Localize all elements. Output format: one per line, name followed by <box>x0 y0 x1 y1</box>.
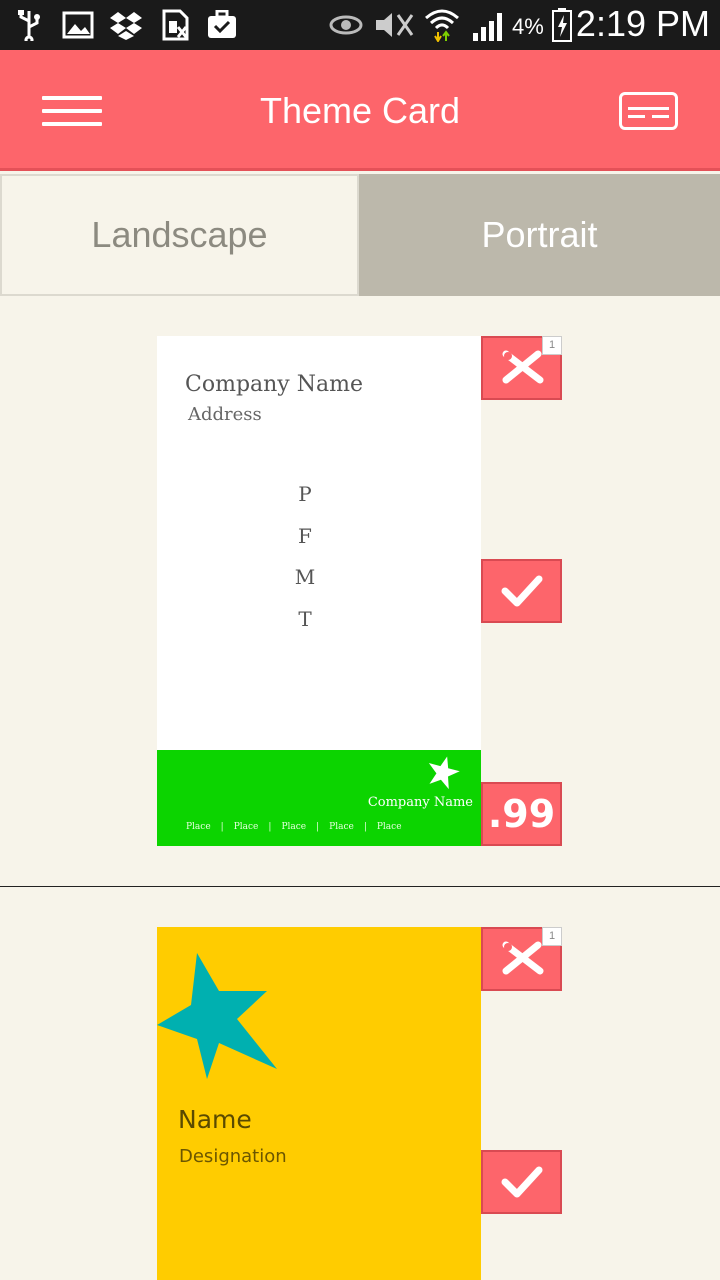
tab-portrait[interactable]: Portrait <box>359 174 720 296</box>
page-title: Theme Card <box>259 90 461 131</box>
edit-button[interactable]: 1 <box>481 927 562 991</box>
select-button[interactable] <box>481 559 562 623</box>
eye-icon <box>328 8 364 42</box>
briefcase-icon <box>204 8 240 42</box>
app-bar: Theme Card <box>0 50 720 171</box>
card-designation: Designation <box>179 1146 287 1167</box>
card-contact-letter: T <box>298 607 312 631</box>
wifi-icon <box>422 8 462 42</box>
tools-icon <box>502 350 543 384</box>
card-icon[interactable] <box>619 92 678 130</box>
card-address: Address <box>188 404 262 425</box>
edit-button[interactable]: 1 <box>481 336 562 400</box>
badge-count: 1 <box>542 927 562 946</box>
card-company-name: Company Name <box>185 372 363 397</box>
theme-card-2[interactable]: Name Designation <box>157 927 481 1280</box>
divider <box>0 886 720 887</box>
card-name: Name <box>178 1105 252 1134</box>
card-front: Company Name Address P F M T <box>157 336 481 750</box>
card-footer: Company Name Place | Place | Place | Place | Pla… <box>157 750 481 846</box>
status-bar: 4% 2:19 PM <box>0 0 720 50</box>
mute-icon <box>374 8 414 42</box>
card-footer-company: Company Name <box>367 795 473 810</box>
battery-percent: 4% <box>512 14 544 39</box>
checkmark-icon <box>501 575 542 607</box>
usb-icon <box>14 8 44 42</box>
theme-card-1[interactable]: Company Name Address P F M T Company Nam… <box>157 336 481 846</box>
star-icon <box>157 951 281 1086</box>
sim-icon <box>158 8 192 42</box>
battery-icon <box>550 8 574 42</box>
price-label: .99 <box>487 792 556 836</box>
select-button[interactable] <box>481 1150 562 1214</box>
card-contact-letter: M <box>294 565 316 589</box>
card-contact-letter: F <box>298 524 312 548</box>
image-icon <box>60 8 96 42</box>
star-icon <box>425 754 461 794</box>
signal-icon <box>470 8 508 42</box>
card-contact-letter: P <box>298 482 312 506</box>
checkmark-icon <box>501 1166 542 1198</box>
badge-count: 1 <box>542 336 562 355</box>
dropbox-icon <box>108 8 144 42</box>
tools-icon <box>502 941 543 975</box>
clock: 2:19 PM <box>575 3 710 44</box>
card-footer-places: Place | Place | Place | Place | Place <box>186 822 402 832</box>
price-button[interactable]: .99 <box>481 782 562 846</box>
tab-landscape[interactable]: Landscape <box>0 174 359 296</box>
